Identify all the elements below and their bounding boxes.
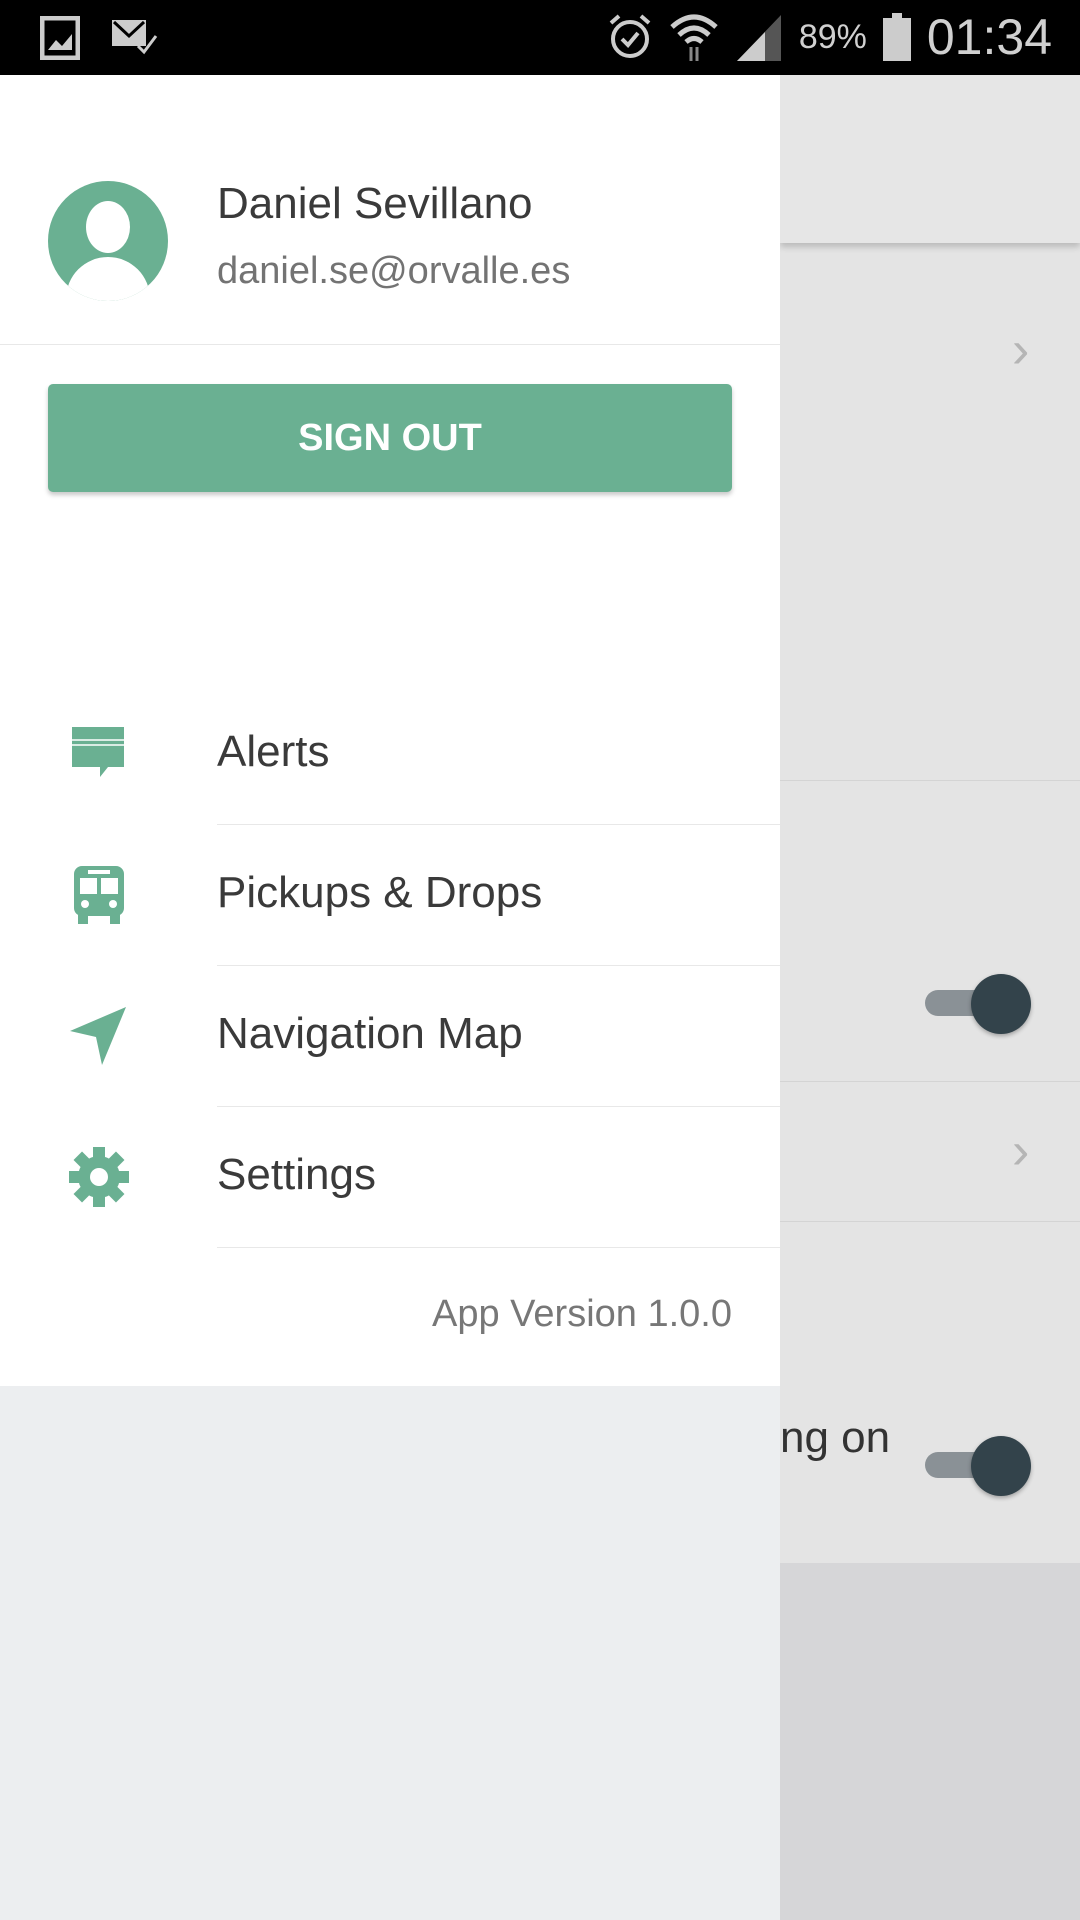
user-name: Daniel Sevillano bbox=[217, 179, 533, 228]
drawer-bottom-area bbox=[0, 1386, 780, 1920]
app-bar bbox=[780, 75, 1080, 243]
menu-item-label: Pickups & Drops bbox=[217, 868, 543, 917]
mail-check-icon bbox=[112, 20, 158, 55]
menu-item-navigation-map[interactable]: Navigation Map bbox=[0, 965, 780, 1106]
menu-item-label: Navigation Map bbox=[217, 1009, 523, 1058]
status-bar: 89% 01:34 bbox=[0, 0, 1080, 75]
sign-out-button[interactable]: SIGN OUT bbox=[48, 384, 732, 492]
signal-icon bbox=[736, 15, 781, 61]
chevron-right-icon[interactable]: › bbox=[1012, 1121, 1029, 1181]
wifi-icon bbox=[670, 14, 718, 61]
gallery-icon bbox=[40, 16, 80, 60]
menu-item-alerts[interactable]: Alerts bbox=[0, 683, 780, 824]
clock: 01:34 bbox=[926, 9, 1052, 65]
divider bbox=[0, 344, 780, 345]
background-screen: › › ng on bbox=[780, 75, 1080, 1920]
chevron-right-icon[interactable]: › bbox=[1012, 320, 1029, 380]
navigation-arrow-icon bbox=[70, 1007, 126, 1065]
menu-item-pickups-drops[interactable]: Pickups & Drops bbox=[0, 824, 780, 965]
menu-item-label: Alerts bbox=[217, 727, 330, 776]
bus-icon bbox=[74, 866, 124, 924]
gear-icon bbox=[69, 1147, 129, 1207]
toggle-switch[interactable] bbox=[925, 1436, 1031, 1496]
divider bbox=[780, 1081, 1080, 1082]
divider bbox=[780, 780, 1080, 781]
divider bbox=[217, 1247, 780, 1248]
avatar bbox=[48, 181, 168, 301]
app-version: App Version 1.0.0 bbox=[432, 1293, 732, 1335]
menu-item-label: Settings bbox=[217, 1150, 376, 1199]
alarm-icon bbox=[609, 14, 651, 58]
background-footer bbox=[780, 1563, 1080, 1920]
navigation-drawer: Daniel Sevillano daniel.se@orvalle.es SI… bbox=[0, 75, 780, 1386]
battery-percent: 89% bbox=[798, 17, 867, 56]
menu-item-settings[interactable]: Settings bbox=[0, 1106, 780, 1247]
divider bbox=[780, 1221, 1080, 1222]
user-email: daniel.se@orvalle.es bbox=[217, 250, 571, 292]
setting-label-partial: ng on bbox=[780, 1413, 891, 1462]
battery-icon bbox=[882, 13, 911, 61]
chat-bubble-icon bbox=[72, 727, 124, 777]
toggle-switch[interactable] bbox=[925, 974, 1031, 1034]
